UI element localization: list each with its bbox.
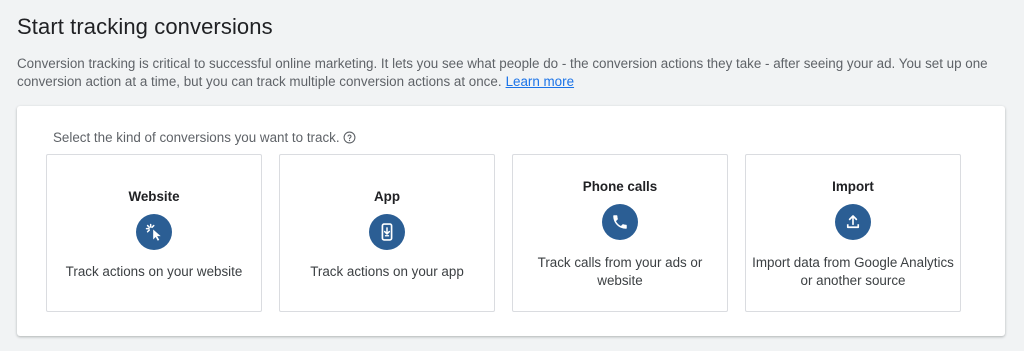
option-import[interactable]: Import Import data from Google Analytics… <box>745 154 961 312</box>
prompt-text: Select the kind of conversions you want … <box>53 130 340 145</box>
help-circle-icon[interactable] <box>343 131 356 144</box>
mobile-download-icon <box>369 214 405 250</box>
conversion-type-card: Select the kind of conversions you want … <box>17 106 1005 336</box>
learn-more-link[interactable]: Learn more <box>506 74 574 89</box>
option-description: Track calls from your ads or website <box>537 255 703 288</box>
intro-text: Conversion tracking is critical to succe… <box>17 56 988 89</box>
option-title: App <box>373 189 401 204</box>
cursor-click-icon <box>136 214 172 250</box>
option-website[interactable]: Website Track actions on your website <box>46 154 262 312</box>
option-description: Import data from Google Analytics or ano… <box>752 255 954 288</box>
option-app[interactable]: App Track actions on your app <box>279 154 495 312</box>
intro-paragraph: Conversion tracking is critical to succe… <box>17 55 1002 91</box>
conversion-kind-prompt: Select the kind of conversions you want … <box>53 130 356 145</box>
option-description: Track actions on your website <box>65 264 243 279</box>
upload-icon <box>835 204 871 240</box>
option-phone-calls[interactable]: Phone calls Track calls from your ads or… <box>512 154 728 312</box>
option-title: Phone calls <box>582 179 658 194</box>
page-title: Start tracking conversions <box>17 14 273 39</box>
phone-icon <box>602 204 638 240</box>
option-title: Import <box>832 179 874 194</box>
option-description: Track actions on your app <box>310 264 464 279</box>
option-title: Website <box>128 189 180 204</box>
